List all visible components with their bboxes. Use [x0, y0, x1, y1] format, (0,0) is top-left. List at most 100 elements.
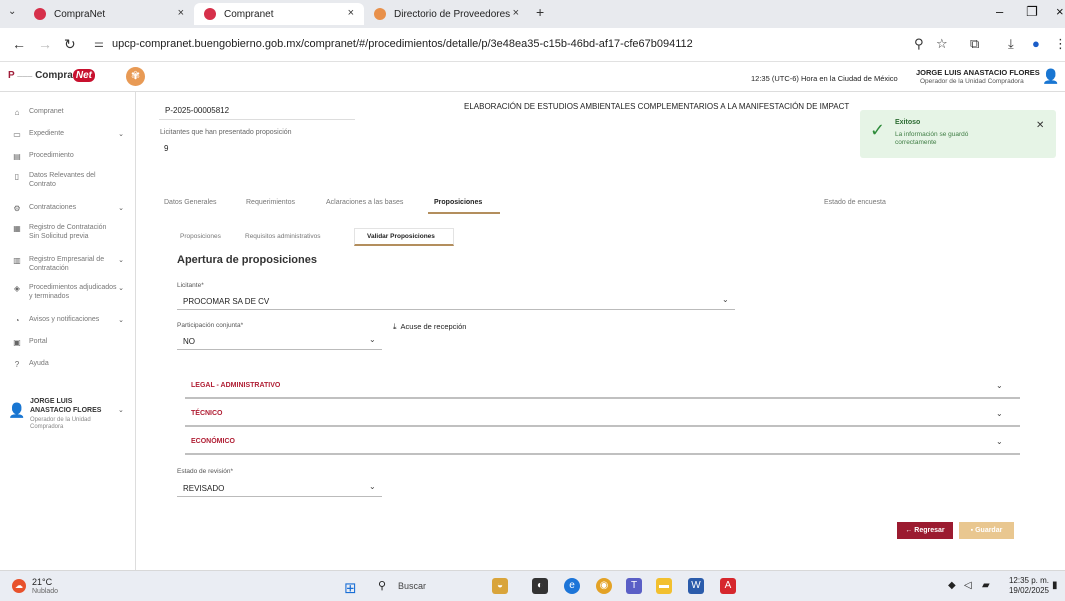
- guardar-label: Guardar: [975, 527, 1003, 534]
- wifi-icon[interactable]: ◆: [948, 580, 956, 591]
- download-icon[interactable]: ⤓: [1008, 36, 1014, 52]
- sidebar-item-compranet[interactable]: ⌂ Compranet: [0, 108, 136, 117]
- close-icon[interactable]: ✕: [1036, 120, 1044, 131]
- participacion-select[interactable]: NO: [183, 337, 195, 346]
- tab-search-chevron-icon[interactable]: ⌄: [8, 6, 16, 17]
- browser-tab-directorio[interactable]: Directorio de Proveedores y C ×: [364, 3, 529, 25]
- sidebar-item-registro-empresarial[interactable]: ▥ Registro Empresarial de Contratación ⌄: [0, 256, 136, 273]
- procedure-number: P-2025-00005812: [165, 106, 230, 115]
- site-info-icon[interactable]: ⚌: [94, 37, 104, 50]
- sidebar-item-label: Portal: [29, 338, 48, 345]
- tab-proposiciones[interactable]: Proposiciones: [434, 199, 482, 206]
- taskbar-clock[interactable]: 12:35 p. m. 19/02/2025: [1005, 576, 1049, 596]
- extensions-icon[interactable]: ⧉: [970, 36, 979, 52]
- accordion-economico[interactable]: ECONÓMICO ⌄: [185, 429, 1020, 455]
- pdf-reader-icon[interactable]: A: [720, 578, 736, 594]
- helmet-app-icon[interactable]: ◒: [492, 578, 508, 594]
- chevron-down-icon[interactable]: ⌄: [369, 335, 376, 344]
- taskbar-search[interactable]: Buscar: [398, 581, 426, 591]
- logo-divider: ———: [17, 74, 33, 80]
- chevron-down-icon: ⌄: [118, 131, 124, 138]
- sidebar-item-registro-sin-solicitud[interactable]: ▦ Registro de Contratación Sin Solicitud…: [0, 224, 136, 241]
- subtab-validar-proposiciones[interactable]: Validar Proposiciones: [367, 233, 435, 240]
- sidebar-item-ayuda[interactable]: ? Ayuda: [0, 360, 136, 369]
- file-explorer-icon[interactable]: ▬: [656, 578, 672, 594]
- battery-icon[interactable]: ▰: [982, 580, 990, 591]
- app-header: P ——— Compra Net ✾ 12:35 (UTC-6) Hora en …: [0, 62, 1065, 92]
- user-avatar-icon[interactable]: 👤: [1042, 68, 1059, 85]
- reload-icon[interactable]: ↻: [64, 36, 76, 53]
- teams-icon[interactable]: T: [626, 578, 642, 594]
- toast-message: La información se guardó correctamente: [895, 131, 969, 146]
- clock-time: 12:35 p. m.: [1008, 576, 1049, 585]
- tab-aclaraciones[interactable]: Aclaraciones a las bases: [326, 199, 403, 206]
- compranet-logo[interactable]: P ——— Compra Net: [8, 69, 95, 82]
- sidebar-item-contrataciones[interactable]: ⚙ Contrataciones ⌄: [0, 204, 136, 213]
- forward-arrow-icon[interactable]: →: [38, 36, 52, 52]
- browser-tab-bar: ⌄ CompraNet × Compranet × Directorio de …: [0, 0, 1065, 28]
- sidebar-item-avisos[interactable]: ◔ Avisos y notificaciones ⌄: [0, 316, 136, 325]
- guardar-button[interactable]: ▪ Guardar: [959, 522, 1014, 539]
- participacion-underline: [177, 349, 382, 350]
- procedure-description: ELABORACIÓN DE ESTUDIOS AMBIENTALES COMP…: [464, 102, 850, 111]
- bell-icon: ◔: [14, 316, 20, 325]
- edge-browser-icon[interactable]: e: [564, 578, 580, 594]
- maximize-icon[interactable]: ❐: [1026, 4, 1038, 20]
- header-user-role: Operador de la Unidad Compradora: [920, 78, 1024, 85]
- sidebar-item-portal[interactable]: ▣ Portal: [0, 338, 136, 347]
- regresar-label: Regresar: [914, 527, 945, 534]
- subtab-requisitos[interactable]: Requisitos administrativos: [245, 233, 321, 240]
- accordion-tecnico[interactable]: TÉCNICO ⌄: [185, 401, 1020, 427]
- licitante-select[interactable]: PROCOMAR SA DE CV: [183, 297, 269, 306]
- tab-label: CompraNet: [54, 8, 106, 20]
- sidebar-item-expediente[interactable]: ▭ Expediente ⌄: [0, 130, 136, 139]
- word-icon[interactable]: W: [688, 578, 704, 594]
- close-tab-icon[interactable]: ×: [513, 7, 519, 19]
- back-arrow-icon[interactable]: ←: [12, 36, 26, 52]
- sidebar-item-label: Ayuda: [29, 360, 49, 367]
- close-tab-icon[interactable]: ×: [178, 7, 184, 19]
- browser-tab-compranet-2[interactable]: Compranet ×: [194, 3, 364, 25]
- weather-icon[interactable]: ☁: [12, 579, 26, 593]
- procedure-number-field: P-2025-00005812: [159, 96, 355, 120]
- compranet-favicon-icon: [34, 8, 46, 20]
- new-tab-plus-icon[interactable]: +: [536, 4, 544, 20]
- tab-requerimientos[interactable]: Requerimientos: [246, 199, 295, 206]
- volume-icon[interactable]: ◁: [964, 580, 972, 591]
- help-icon: ?: [14, 360, 20, 369]
- chrome-browser-icon[interactable]: ◉: [596, 578, 612, 594]
- sidebar-item-datos-relevantes[interactable]: ▯ Datos Relevantes del Contrato: [0, 172, 136, 189]
- estado-encuesta-link[interactable]: Estado de encuesta: [824, 199, 886, 206]
- windows-start-icon[interactable]: ⊞: [344, 579, 357, 597]
- chevron-down-icon[interactable]: ⌄: [369, 482, 376, 491]
- close-window-icon[interactable]: ×: [1056, 4, 1064, 19]
- sidebar-item-label: Datos Relevantes del Contrato: [29, 172, 96, 188]
- estado-revision-label: Estado de revisión*: [177, 468, 234, 475]
- logo-mark-icon: ✾: [126, 67, 145, 86]
- search-icon[interactable]: ⚲: [378, 579, 386, 592]
- licitante-label: Licitante*: [177, 282, 204, 289]
- accordion-legal-administrativo[interactable]: LEGAL - ADMINISTRATIVO ⌄: [185, 373, 1020, 399]
- sidebar-item-procedimientos-adjudicados[interactable]: ◈ Procedimientos adjudicados y terminado…: [0, 284, 136, 301]
- regresar-button[interactable]: ← Regresar: [897, 522, 953, 539]
- tab-datos-generales[interactable]: Datos Generales: [164, 199, 217, 206]
- bookmark-star-icon[interactable]: ☆: [936, 36, 948, 52]
- business-icon: ▥: [13, 256, 21, 265]
- profile-icon[interactable]: ●: [1032, 36, 1040, 51]
- home-icon: ⌂: [14, 108, 20, 117]
- subtab-proposiciones[interactable]: Proposiciones: [180, 233, 221, 240]
- url-field[interactable]: upcp-compranet.buengobierno.gob.mx/compr…: [112, 38, 693, 50]
- weather-desc: Nublado: [32, 588, 59, 595]
- chevron-down-icon: ⌄: [996, 381, 1003, 390]
- sidebar-item-procedimiento[interactable]: ▤ Procedimiento: [0, 152, 136, 161]
- browser-menu-icon[interactable]: ⋮: [1054, 36, 1065, 52]
- minimize-icon[interactable]: –: [996, 4, 1003, 19]
- estado-revision-select[interactable]: REVISADO: [183, 484, 224, 493]
- close-tab-icon[interactable]: ×: [348, 7, 354, 19]
- app-icon[interactable]: ◐: [532, 578, 548, 594]
- acuse-recepcion-button[interactable]: ⤓ Acuse de recepción: [393, 322, 466, 332]
- chevron-down-icon[interactable]: ⌄: [722, 295, 729, 304]
- zoom-icon[interactable]: ⚲: [914, 36, 924, 52]
- browser-tab-compranet[interactable]: CompraNet ×: [24, 3, 194, 25]
- notifications-icon[interactable]: ▮: [1052, 580, 1058, 591]
